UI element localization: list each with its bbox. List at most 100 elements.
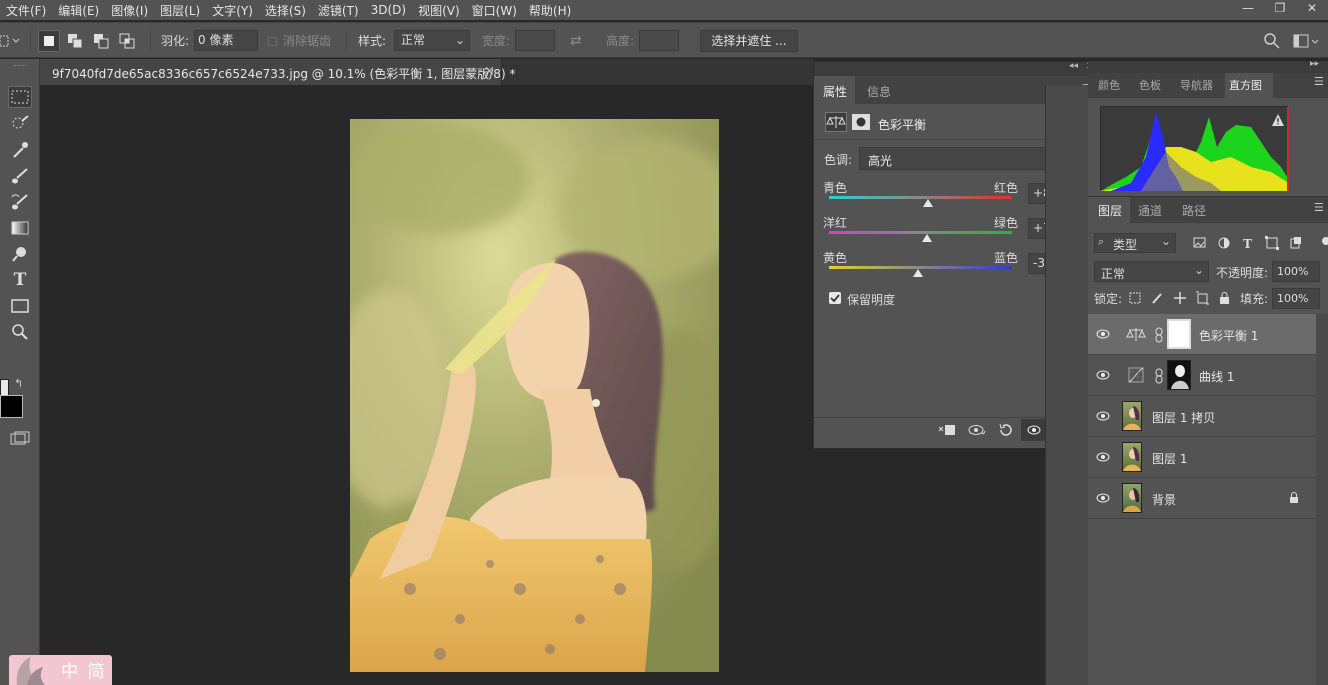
filter-toggle[interactable] [1320, 236, 1328, 250]
menu-file[interactable]: 文件(F) [0, 2, 52, 19]
chain-link-icon[interactable] [1154, 368, 1164, 384]
panel-header-bar: ◂◂ ✕ [814, 61, 1098, 76]
workspace-switcher[interactable] [1293, 32, 1319, 50]
select-and-mask-button[interactable]: 选择并遮住 ... [700, 30, 798, 52]
rectangle-tool[interactable] [8, 295, 32, 317]
layer-filter-select[interactable]: ⌕ 类型 ⌄ [1094, 233, 1176, 253]
panel-menu-icon[interactable]: ☰ [1314, 75, 1324, 88]
intersect-selection-button[interactable] [116, 30, 138, 52]
style-select[interactable]: 正常 ⌄ [394, 30, 470, 51]
tool-preset-picker[interactable] [0, 33, 22, 49]
tab-layers[interactable]: 图层 [1088, 197, 1130, 223]
menu-view[interactable]: 视图(V) [412, 2, 466, 19]
antialias-checkbox[interactable] [268, 37, 277, 46]
swap-dimensions-icon[interactable]: ⇄ [570, 31, 582, 51]
lock-options-icons[interactable] [1128, 291, 1234, 305]
opacity-input[interactable]: 100% [1272, 261, 1320, 282]
new-selection-button[interactable] [38, 30, 60, 52]
eyedropper-tool[interactable] [8, 139, 32, 161]
warning-icon[interactable] [1271, 113, 1285, 127]
layer-name: 色彩平衡 1 [1199, 329, 1259, 343]
menu-select[interactable]: 选择(S) [259, 2, 312, 19]
toggle-visibility-button[interactable] [1021, 419, 1047, 441]
swap-colors-icon[interactable]: ↰ [14, 377, 23, 390]
close-window-button[interactable]: ✕ [1296, 0, 1328, 20]
tab-channels[interactable]: 通道 [1138, 202, 1162, 219]
checkmark-icon [830, 294, 840, 303]
layer-row[interactable]: 图层 1 拷贝 [1088, 396, 1316, 437]
tab-histogram[interactable]: 直方图 [1225, 73, 1273, 98]
menu-filter[interactable]: 滤镜(T) [312, 2, 365, 19]
eye-icon[interactable] [1096, 370, 1110, 380]
filter-kind-icons[interactable]: T [1193, 236, 1313, 251]
tab-paths[interactable]: 路径 [1182, 202, 1206, 219]
clone-stamp-tool[interactable] [8, 191, 32, 213]
layer-row[interactable]: 色彩平衡 1 [1088, 314, 1316, 355]
add-selection-button[interactable] [64, 30, 86, 52]
feather-input[interactable]: 0 像素 [194, 30, 258, 51]
menu-window[interactable]: 窗口(W) [466, 2, 523, 19]
width-input[interactable] [515, 30, 555, 51]
layer-mask-thumbnail[interactable] [1167, 319, 1191, 349]
rectangular-marquee-tool[interactable] [8, 86, 32, 108]
search-button[interactable] [1263, 32, 1281, 50]
screen-mode-icon [10, 431, 30, 445]
document-photo[interactable] [350, 119, 719, 672]
eye-icon[interactable] [1096, 411, 1110, 421]
watermark-text: 中 简 [61, 662, 107, 682]
slider-thumb[interactable] [922, 199, 933, 207]
layer-row[interactable]: 图层 1 [1088, 437, 1316, 478]
minimize-button[interactable]: — [1232, 0, 1264, 20]
type-tool[interactable]: T [8, 269, 32, 291]
layer-mask-button[interactable] [852, 114, 870, 130]
slider-track[interactable] [829, 196, 1012, 199]
tab-info[interactable]: 信息 [859, 76, 899, 104]
menu-3d[interactable]: 3D(D) [365, 3, 412, 17]
layers-scrollbar[interactable] [1316, 314, 1328, 685]
collapse-dock-icon[interactable]: ▸▸ [1310, 59, 1319, 69]
layer-mask-thumbnail[interactable] [1167, 360, 1191, 390]
close-document-button[interactable]: × [484, 64, 495, 79]
fill-input[interactable]: 100% [1272, 288, 1320, 309]
layer-row[interactable]: 背景 [1088, 478, 1316, 519]
menu-image[interactable]: 图像(I) [105, 2, 154, 19]
tab-swatches[interactable]: 色板 [1139, 77, 1161, 93]
adjustment-type-button[interactable] [825, 112, 847, 132]
chain-link-icon[interactable] [1154, 327, 1164, 343]
quick-selection-tool[interactable] [8, 113, 32, 135]
blend-mode-select[interactable]: 正常 ⌄ [1094, 261, 1209, 282]
height-input[interactable] [639, 30, 679, 51]
reset-adjustment-button[interactable] [997, 422, 1015, 438]
zoom-tool[interactable] [8, 321, 32, 343]
gradient-tool[interactable] [8, 217, 32, 239]
tab-navigator[interactable]: 导航器 [1180, 77, 1213, 93]
collapse-panel-icon[interactable]: ◂◂ [1069, 61, 1078, 71]
menu-type[interactable]: 文字(Y) [206, 2, 259, 19]
tab-color[interactable]: 颜色 [1098, 77, 1120, 93]
histogram-display [1100, 106, 1289, 191]
filter-type-label: 类型 [1113, 238, 1138, 252]
slider-track[interactable] [829, 231, 1012, 234]
restore-button[interactable]: ❐ [1264, 0, 1296, 20]
background-color-swatch[interactable] [0, 395, 23, 418]
preserve-luminosity-checkbox[interactable] [829, 292, 841, 304]
subtract-selection-button[interactable] [90, 30, 112, 52]
layer-thumbnail [1122, 483, 1142, 513]
dodge-tool[interactable] [8, 243, 32, 265]
tab-properties[interactable]: 属性 [814, 76, 855, 104]
eye-icon[interactable] [1096, 329, 1110, 339]
slider-thumb[interactable] [912, 269, 923, 277]
eye-icon[interactable] [1096, 452, 1110, 462]
document-tab[interactable]: 9f7040fd7de65ac8336c657c6524e733.jpg @ 1… [40, 59, 515, 85]
menu-help[interactable]: 帮助(H) [523, 2, 577, 19]
quick-mask-button[interactable] [10, 431, 30, 447]
clip-to-layer-button[interactable] [937, 422, 957, 438]
panel-menu-icon[interactable]: ☰ [1314, 201, 1324, 214]
eye-icon[interactable] [1096, 493, 1110, 503]
layer-row[interactable]: 曲线 1 [1088, 355, 1316, 396]
brush-tool[interactable] [8, 165, 32, 187]
view-previous-button[interactable] [967, 422, 987, 438]
menu-layer[interactable]: 图层(L) [154, 2, 206, 19]
slider-thumb[interactable] [921, 234, 932, 242]
menu-edit[interactable]: 编辑(E) [52, 2, 105, 19]
